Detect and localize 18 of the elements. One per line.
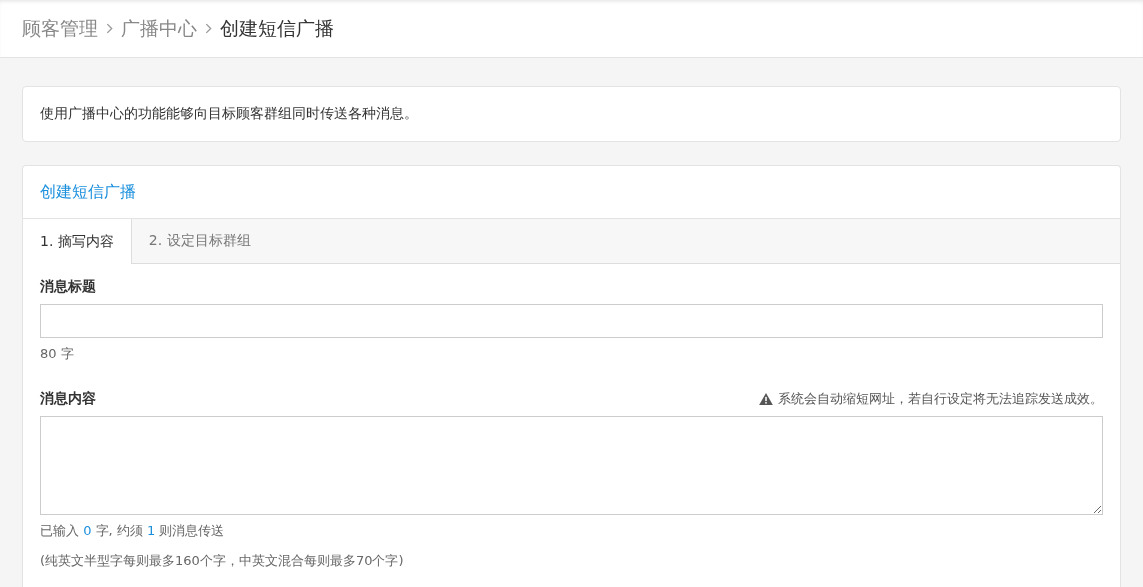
warning-icon (759, 393, 773, 405)
content-textarea[interactable] (40, 416, 1103, 515)
warning-text: 系统会自动缩短网址，若自行设定将无法追踪发送成效。 (778, 390, 1103, 408)
tab[interactable]: 1. 摘写内容 (23, 219, 132, 264)
note-text: (纯英文半型字每则最多160个字，中英文混合每则最多70个字) (40, 552, 405, 570)
title-input[interactable] (40, 304, 1103, 338)
field-label: 消息内容 (40, 390, 96, 408)
field-label: 消息标题 (40, 278, 97, 296)
notice-text: 使用广播中心的功能能够向目标顾客群组同时传送各种消息。 (40, 105, 418, 123)
chevron-icon (106, 23, 113, 34)
counter-text: 已输入 0 字, 约须 1 则消息传送 (40, 522, 226, 540)
panel-title: 创建短信广播 (40, 181, 136, 203)
hint-text: 80 字 (40, 345, 75, 363)
breadcrumb-item[interactable]: 顾客管理 (22, 15, 98, 42)
breadcrumb-item: 创建短信广播 (220, 15, 334, 41)
chevron-icon (205, 23, 212, 34)
tab[interactable]: 2. 设定目标群组 (131, 219, 268, 263)
breadcrumb-item[interactable]: 广播中心 (121, 15, 197, 42)
